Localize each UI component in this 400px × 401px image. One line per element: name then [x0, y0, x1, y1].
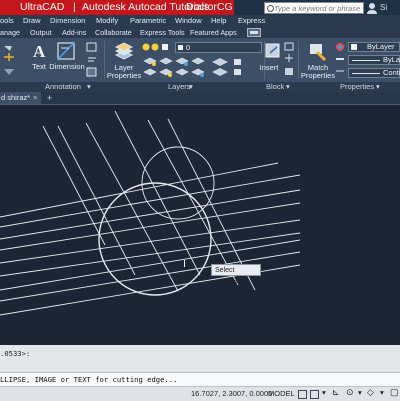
isodraft-menu-icon[interactable]: ▾ [380, 388, 384, 397]
panel-title-properties[interactable]: Properties [340, 82, 374, 92]
match-properties-label-2[interactable]: Properties [300, 71, 336, 80]
layer-color-swatch [178, 45, 183, 50]
search-placeholder: Type a keyword or phrase [274, 4, 361, 13]
banner-separator: | [73, 1, 76, 13]
panel-divider [298, 41, 299, 79]
ribbon-panel: A Text Dimension Layer Properties 0 Inse… [0, 38, 400, 82]
polar-menu-icon[interactable]: ▾ [358, 388, 362, 397]
menu-item-window[interactable]: Window [175, 15, 202, 27]
tab-add-ins[interactable]: Add-ins [62, 27, 86, 38]
annotation-expand-icon[interactable]: ▾ [87, 82, 91, 92]
lineweight-sample [352, 60, 380, 61]
menu-item-help[interactable]: Help [211, 15, 226, 27]
insert-label[interactable]: Insert [259, 63, 279, 72]
title-banner: UltraCAD | Autodesk Autocad Tutorials Do… [0, 0, 234, 15]
lineweight-dropdown-value: ByLayer [383, 55, 400, 64]
drawing-geometry[interactable] [0, 105, 400, 345]
status-bar: 16.7027, 2.3007, 0.0000 MODEL ▾ ⊾ ⊙ ▾ ◇ … [0, 386, 400, 401]
grid-toggle-icon[interactable] [298, 390, 307, 399]
tab-output[interactable]: Output [30, 27, 52, 38]
polar-icon[interactable]: ⊙ [346, 387, 354, 398]
ribbon-panel-titles: Annotation ▾ Layers ▾ Block ▾ Properties… [0, 82, 400, 92]
text-tool-icon[interactable]: A [30, 42, 48, 60]
crosshair-cursor [184, 260, 185, 267]
property-small-icons[interactable] [335, 42, 345, 78]
add-tab-icon[interactable]: + [47, 92, 52, 104]
banner-doctorcg: DoctorCG [186, 1, 233, 13]
horizontal-line [0, 251, 301, 302]
user-icon [367, 3, 377, 14]
dimension-tool-icon[interactable] [56, 41, 76, 61]
snap-menu-icon[interactable]: ▾ [322, 388, 326, 397]
panel-title-block[interactable]: Block [266, 82, 284, 92]
text-tool-label[interactable]: Text [28, 62, 50, 71]
layers-expand-icon[interactable]: ▾ [189, 82, 193, 92]
drawing-canvas[interactable] [0, 105, 400, 345]
ribbon-tab-bar: anage Output Add-ins Collaborate Express… [0, 27, 400, 38]
osnap-icon[interactable]: ▢ [390, 387, 399, 398]
properties-expand-icon[interactable]: ▾ [376, 82, 380, 92]
linetype-dropdown-value: Conti [383, 68, 400, 77]
snap-toggle-icon[interactable] [310, 390, 319, 399]
coordinate-readout: 16.7027, 2.3007, 0.0000 [191, 389, 273, 398]
panel-title-layers[interactable]: Layers [168, 82, 191, 92]
block-small-tools-icon[interactable] [284, 42, 296, 78]
layer-properties-icon[interactable] [113, 41, 135, 63]
command-line[interactable]: LLIPSE, IMAGE or TEXT for cutting edge..… [0, 372, 400, 387]
modify-tools-icon[interactable] [2, 42, 18, 78]
svg-text:A: A [33, 42, 46, 60]
horizontal-line [0, 162, 279, 218]
layer-tools-icons[interactable] [142, 56, 262, 78]
color-dropdown[interactable]: ByLayer [348, 42, 400, 52]
menu-bar: ools Draw Dimension Modify Parametric Wi… [0, 15, 400, 27]
annotation-small-tools-icon[interactable] [86, 42, 98, 78]
linetype-sample [352, 73, 380, 74]
banner-ultracad: UltraCAD [20, 1, 65, 13]
menu-item-express[interactable]: Express [238, 15, 265, 27]
horizontal-line [0, 189, 301, 240]
layer-properties-label-2[interactable]: Properties [104, 71, 144, 80]
insert-block-icon[interactable] [262, 41, 284, 63]
layer-dropdown[interactable]: 0 [175, 42, 262, 53]
command-prompt: LLIPSE, IMAGE or TEXT for cutting edge..… [0, 375, 178, 384]
dimension-tool-label[interactable]: Dimension [48, 62, 86, 71]
linetype-dropdown[interactable]: Conti [348, 68, 400, 78]
layer-dropdown-value: 0 [186, 43, 191, 52]
lineweight-dropdown[interactable]: ByLayer [348, 55, 400, 65]
match-properties-icon[interactable] [307, 41, 329, 63]
document-tab-bar: d shiraz* × + [0, 92, 400, 105]
document-tab-name: d shiraz* [1, 93, 31, 102]
menu-item-draw[interactable]: Draw [23, 15, 41, 27]
model-space-toggle[interactable]: MODEL [268, 389, 295, 398]
search-icon [267, 5, 274, 12]
menu-item-modify[interactable]: Modify [96, 15, 118, 27]
close-tab-icon[interactable]: × [33, 92, 37, 104]
select-objects-tooltip: Select objects: [211, 264, 261, 286]
tab-collaborate[interactable]: Collaborate [95, 27, 132, 38]
panel-title-annotation[interactable]: Annotation [45, 82, 81, 92]
isodraft-icon[interactable]: ◇ [367, 387, 374, 398]
ribbon-toggle-icon[interactable] [247, 28, 261, 37]
menu-item-tools[interactable]: ools [0, 15, 14, 27]
command-history: .0533>: [0, 349, 31, 358]
ortho-icon[interactable]: ⊾ [332, 387, 340, 398]
color-swatch [351, 44, 357, 50]
menu-item-parametric[interactable]: Parametric [130, 15, 166, 27]
title-bar: UltraCAD | Autodesk Autocad Tutorials Do… [0, 0, 400, 16]
layer-state-icons[interactable] [142, 42, 174, 52]
tab-express-tools[interactable]: Express Tools [140, 27, 185, 38]
menu-item-dimension[interactable]: Dimension [50, 15, 85, 27]
search-input[interactable]: Type a keyword or phrase [264, 2, 364, 14]
user-account[interactable]: Si [367, 1, 400, 15]
color-dropdown-value: ByLayer [367, 42, 395, 51]
tab-manage[interactable]: anage [0, 27, 20, 38]
block-expand-icon[interactable]: ▾ [286, 82, 290, 92]
tab-featured-apps[interactable]: Featured Apps [190, 27, 237, 38]
user-name: Si [380, 3, 388, 12]
